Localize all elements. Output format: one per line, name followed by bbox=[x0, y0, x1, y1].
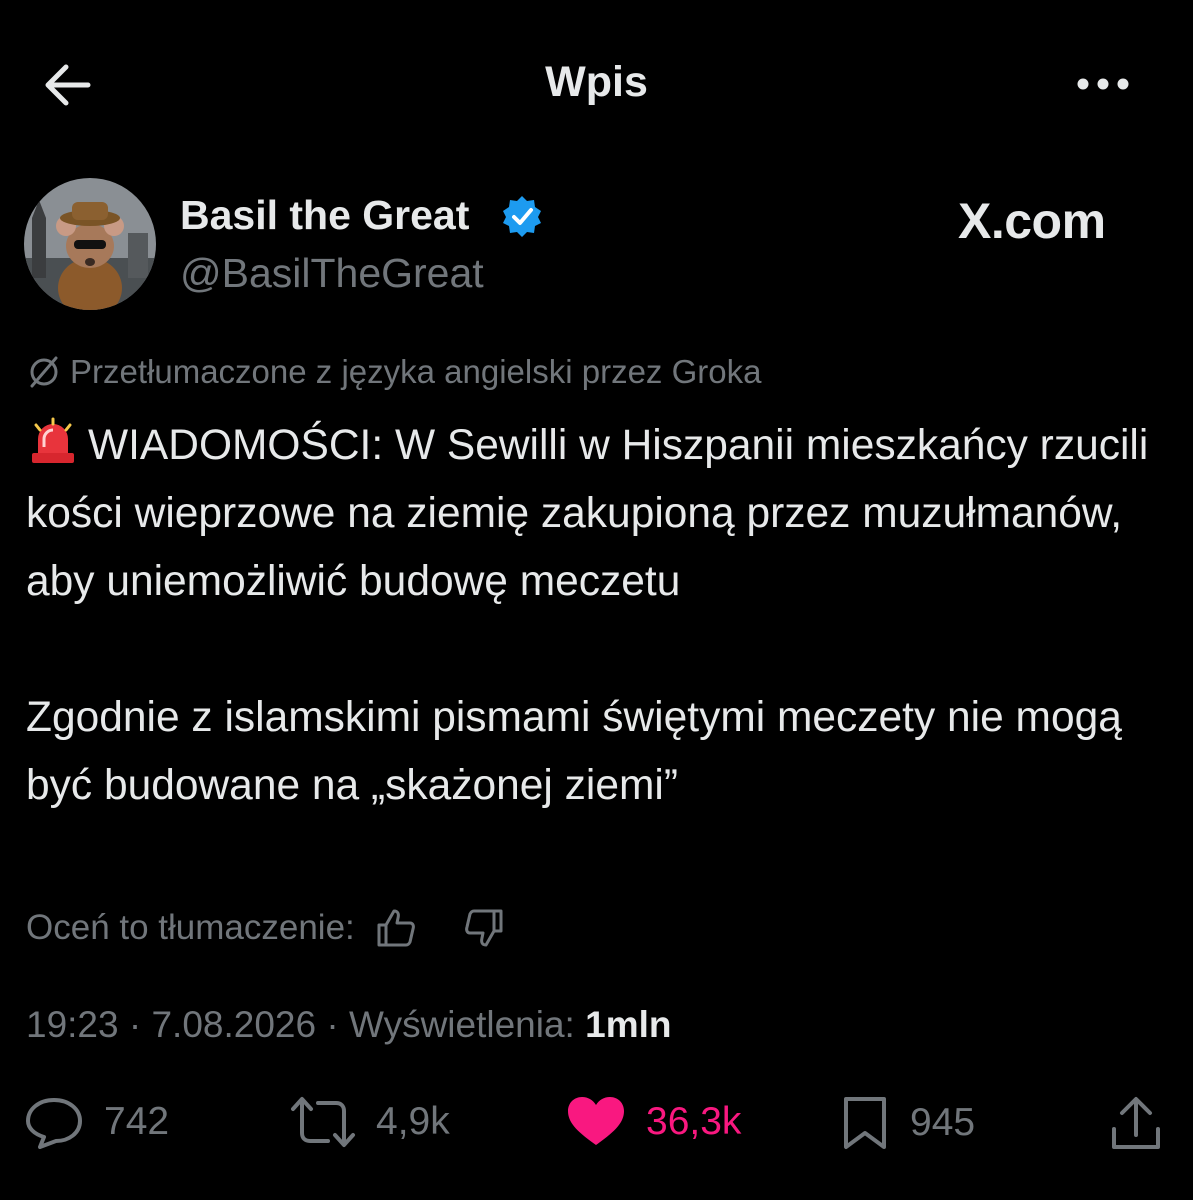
meta-separator: · bbox=[118, 1004, 152, 1045]
brand-watermark: X.com bbox=[958, 193, 1106, 249]
thumbs-down-icon bbox=[464, 909, 503, 947]
repost-icon bbox=[291, 1097, 355, 1147]
rate-translation-row: Oceń to tłumaczenie: bbox=[26, 905, 507, 951]
reply-icon bbox=[26, 1098, 82, 1149]
verified-badge-icon bbox=[500, 194, 544, 238]
like-button[interactable]: 36,3k bbox=[566, 1095, 741, 1149]
post-date[interactable]: 7.08.2026 bbox=[151, 1004, 316, 1045]
avatar[interactable] bbox=[24, 178, 156, 310]
meta-separator: · bbox=[316, 1004, 349, 1045]
reply-count: 742 bbox=[104, 1100, 170, 1143]
views-count: 1mln bbox=[585, 1004, 672, 1045]
post-text: WIADOMOŚCI: W Sewilli w Hiszpanii mieszk… bbox=[26, 412, 1166, 820]
like-count: 36,3k bbox=[646, 1100, 742, 1143]
post-meta: 19:23 · 7.08.2026 · Wyświetlenia: 1mln bbox=[26, 1004, 671, 1046]
reply-button[interactable]: 742 bbox=[24, 1095, 169, 1149]
thumbs-down-button[interactable] bbox=[461, 905, 507, 951]
share-icon bbox=[1112, 1097, 1160, 1149]
bookmark-button[interactable]: 945 bbox=[840, 1095, 975, 1151]
views-label: Wyświetlenia: bbox=[348, 1004, 575, 1045]
bookmark-count: 945 bbox=[910, 1101, 976, 1144]
translation-notice-text: Przetłumaczone z języka angielski przez … bbox=[70, 353, 762, 390]
rate-translation-label: Oceń to tłumaczenie: bbox=[26, 908, 355, 947]
repost-count: 4,9k bbox=[376, 1100, 450, 1143]
more-options-button[interactable] bbox=[1072, 66, 1134, 102]
post-time[interactable]: 19:23 bbox=[26, 1004, 119, 1045]
post-paragraph-1: WIADOMOŚCI: W Sewilli w Hiszpanii mieszk… bbox=[26, 422, 1149, 605]
translation-notice: Przetłumaczone z języka angielski przez … bbox=[26, 353, 761, 391]
author-handle[interactable]: @BasilTheGreat bbox=[180, 250, 484, 297]
share-button[interactable] bbox=[1110, 1095, 1182, 1153]
heart-icon bbox=[568, 1097, 624, 1145]
author-display-name[interactable]: Basil the Great bbox=[180, 192, 469, 239]
siren-emoji-icon bbox=[26, 417, 80, 465]
post-paragraph-2: Zgodnie z islamskimi pismami świętymi me… bbox=[26, 694, 1122, 809]
avatar-image bbox=[24, 178, 156, 310]
repost-button[interactable]: 4,9k bbox=[290, 1095, 450, 1149]
page-title: Wpis bbox=[545, 58, 648, 106]
grok-translate-icon bbox=[30, 356, 58, 388]
bookmark-icon bbox=[844, 1097, 886, 1149]
more-dots-icon bbox=[1077, 78, 1129, 90]
thumbs-up-icon bbox=[377, 909, 415, 947]
thumbs-up-button[interactable] bbox=[373, 905, 419, 951]
post-paragraph: WIADOMOŚCI: W Sewilli w Hiszpanii mieszk… bbox=[26, 412, 1166, 616]
